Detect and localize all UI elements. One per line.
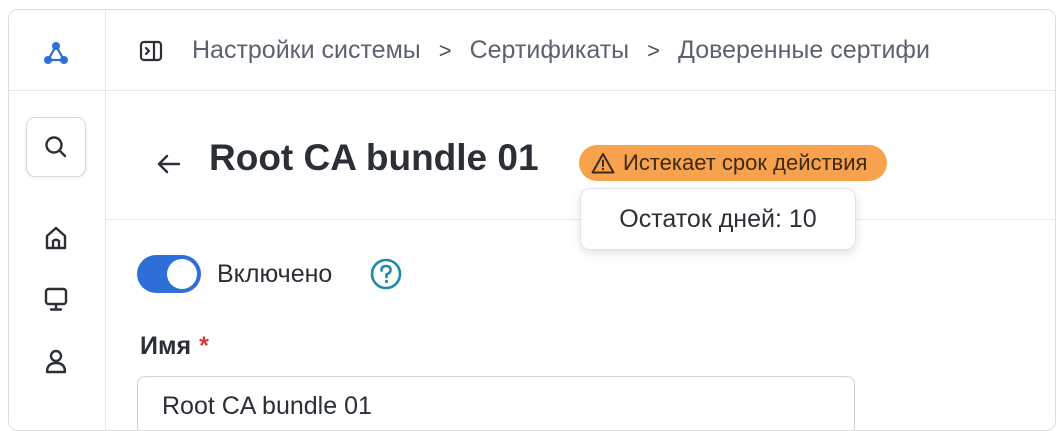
breadcrumb-item-system-settings[interactable]: Настройки системы [192,36,421,65]
expiry-status-badge[interactable]: Истекает срок действия [579,145,888,181]
app-window: Настройки системы > Сертификаты > Довере… [8,9,1056,431]
monitor-icon[interactable] [41,284,71,314]
name-field-label: Имя * [140,332,209,361]
enabled-toggle[interactable] [137,255,201,293]
sidebar-toggle-icon[interactable] [139,39,163,63]
warning-icon [591,153,615,174]
breadcrumb: Настройки системы > Сертификаты > Довере… [192,36,930,65]
breadcrumb-item-trusted-certificates[interactable]: Доверенные сертифи [678,36,930,65]
home-icon[interactable] [41,223,71,253]
user-icon[interactable] [41,346,71,376]
breadcrumb-item-certificates[interactable]: Сертификаты [470,36,630,65]
chevron-right-icon: > [438,37,452,63]
sidebar [9,10,106,430]
back-arrow-icon[interactable] [154,149,184,179]
badge-label: Истекает срок действия [623,150,868,175]
enabled-toggle-label: Включено [217,260,333,288]
topbar: Настройки системы > Сертификаты > Довере… [106,10,1055,91]
logo-icon[interactable] [41,38,71,68]
chevron-right-icon: > [647,37,660,63]
search-icon [45,136,67,158]
toggle-knob [167,259,197,289]
search-button[interactable] [26,117,86,177]
name-input[interactable] [137,376,855,430]
days-remaining-tooltip: Остаток дней: 10 [580,188,856,250]
help-icon[interactable] [369,257,403,291]
sidebar-divider [9,90,105,91]
page-title: Root CA bundle 01 [209,137,539,178]
required-mark: * [199,332,209,360]
name-label-text: Имя [140,332,192,360]
